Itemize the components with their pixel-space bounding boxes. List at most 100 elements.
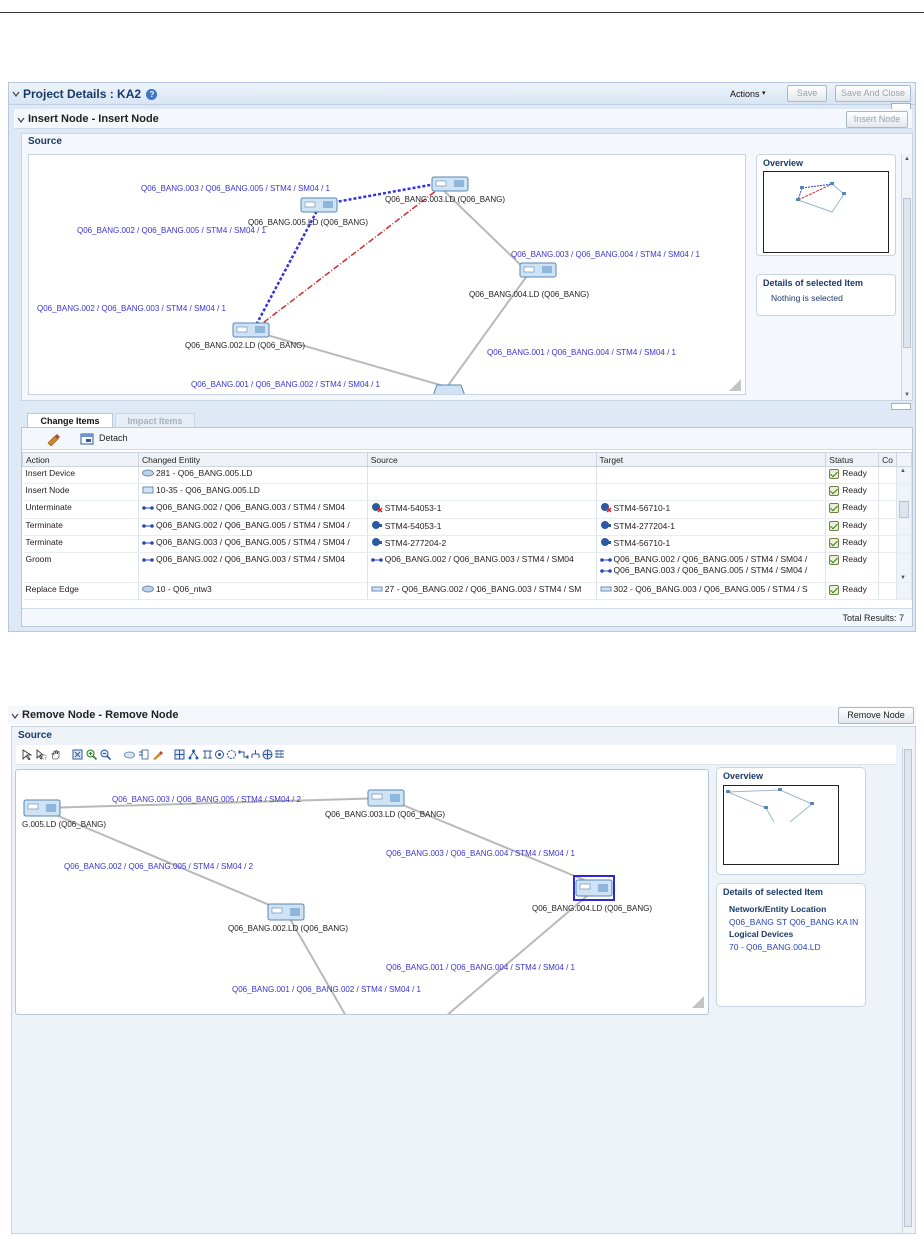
zoom-out-icon[interactable] [100,749,111,760]
layout-radial-icon[interactable] [214,749,225,760]
layout-hierarchy-icon[interactable] [202,749,213,760]
scroll-thumb[interactable] [904,749,912,1227]
source-cell[interactable]: STM4-277204-2 [367,535,597,553]
resize-grip-icon[interactable] [729,379,741,391]
link-label[interactable]: Q06_BANG.001 / Q06_BANG.002 / STM4 / SM0… [191,380,381,389]
multi-select-icon[interactable] [36,749,47,760]
link-label[interactable]: Q06_BANG.002 / Q06_BANG.003 / STM4 / SM0… [37,304,227,313]
column-header[interactable]: Source [366,452,597,467]
layout-grid-icon[interactable] [174,749,185,760]
link-002-003[interactable] [254,186,442,330]
add-cloud-icon[interactable] [124,749,135,760]
save-button[interactable]: Save [787,85,827,102]
help-icon[interactable]: ? [146,89,158,101]
scroll-down-icon[interactable]: ▼ [904,392,910,398]
link-label[interactable]: Q06_BANG.001 / Q06_BANG.004 / STM4 / SM0… [487,348,677,357]
entity-cell[interactable]: Q06_BANG.002 / Q06_BANG.005 / STM4 / SM0… [138,518,368,536]
node-001-partial[interactable] [433,384,465,395]
source-cell[interactable]: Q06_BANG.002 / Q06_BANG.003 / STM4 / SM0… [367,552,597,583]
link-001-002[interactable] [252,330,448,388]
entity-cell[interactable]: Q06_BANG.002 / Q06_BANG.003 / STM4 / SM0… [138,552,368,583]
scroll-up-icon[interactable]: ▲ [904,156,910,162]
column-header[interactable]: Co [878,452,897,467]
vertical-scrollbar[interactable] [902,747,913,1233]
scroll-track[interactable] [896,518,912,536]
node-002[interactable] [267,903,305,921]
link-label[interactable]: Q06_BANG.003 / Q06_BANG.004 / STM4 / SM0… [511,250,701,259]
target-cell[interactable]: 302 - Q06_BANG.003 / Q06_BANG.005 / STM4… [596,582,827,600]
target-cell[interactable]: STM4-56710-1 [596,535,827,553]
tab-change-items[interactable]: Change Items [27,413,113,427]
layout-orthogonal-icon[interactable] [238,749,249,760]
link-label[interactable]: Q06_BANG.003 / Q06_BANG.005 / STM4 / SM0… [141,184,331,193]
collapse-icon[interactable] [12,90,20,98]
table-row[interactable]: Unterminate Q06_BANG.002 / Q06_BANG.003 … [22,500,912,519]
layout-globe-icon[interactable] [262,749,273,760]
column-header[interactable]: Target [595,452,827,467]
link-label[interactable]: Q06_BANG.003 / Q06_BANG.004 / STM4 / SM0… [386,849,576,858]
target-cell[interactable]: STM4-277204-1 [596,518,827,536]
insert-node-button[interactable]: Insert Node [846,111,908,128]
location-value[interactable]: Q06_BANG ST Q06_BANG KA IN [729,917,858,927]
target-cell[interactable]: STM4-56710-1 [596,500,827,519]
scroll-track[interactable] [896,483,912,501]
remove-node-button[interactable]: Remove Node [838,707,914,724]
add-link-icon[interactable] [138,749,149,760]
resize-grip-icon[interactable] [692,996,704,1008]
scroll-down-icon[interactable]: ▼ [896,552,912,583]
vertical-scrollbar[interactable]: ▲ ▼ [901,154,912,400]
topology-graph[interactable]: Q06_BANG.005.LD (Q06_BANG) Q06_BANG.003.… [29,155,746,395]
scroll-track[interactable] [896,582,912,600]
entity-cell[interactable]: 10 - Q06_ntw3 [138,582,368,600]
collapse-icon[interactable] [11,712,19,720]
actions-menu[interactable]: Actions ▾ [730,89,766,99]
node-002[interactable] [232,322,270,338]
column-header[interactable]: Changed Entity [138,452,368,467]
edit-icon[interactable] [46,432,60,447]
entity-cell[interactable]: 10-35 - Q06_BANG.005.LD [138,483,368,501]
layout-tree-down-icon[interactable] [250,749,261,760]
pan-hand-icon[interactable] [50,749,61,760]
node-005[interactable] [300,197,338,213]
table-row[interactable]: Terminate Q06_BANG.003 / Q06_BANG.005 / … [22,535,912,553]
link-label[interactable]: Q06_BANG.001 / Q06_BANG.004 / STM4 / SM0… [386,963,576,972]
scroll-track[interactable] [896,535,912,553]
layout-tree-icon[interactable] [188,749,199,760]
node-005[interactable] [23,799,61,817]
edit-pencil-icon[interactable] [152,749,163,760]
target-cell[interactable]: Q06_BANG.002 / Q06_BANG.005 / STM4 / SM0… [596,552,827,583]
topology-canvas[interactable]: Q06_BANG.005.LD (Q06_BANG) Q06_BANG.003.… [28,154,746,395]
table-row[interactable]: Insert Node 10-35 - Q06_BANG.005.LD Read… [22,483,912,501]
table-row[interactable]: Groom Q06_BANG.002 / Q06_BANG.003 / STM4… [22,552,912,583]
node-003[interactable] [367,789,405,807]
link-label[interactable]: Q06_BANG.002 / Q06_BANG.005 / STM4 / SM0… [77,226,267,235]
link-label[interactable]: Q06_BANG.003 / Q06_BANG.005 / STM4 / SM0… [112,795,302,804]
topology-graph[interactable]: G.005.LD (Q06_BANG) Q06_BANG.003.LD (Q06… [16,770,709,1015]
scroll-thumb[interactable] [903,198,911,348]
table-row[interactable]: Replace Edge 10 - Q06_ntw3 27 - Q06_BANG… [22,582,912,600]
link-label[interactable]: Q06_BANG.002 / Q06_BANG.005 / STM4 / SM0… [64,862,254,871]
logical-devices-value[interactable]: 70 - Q06_BANG.004.LD [729,942,821,952]
scroll-up-icon[interactable]: ▲ [896,466,912,484]
detach-label[interactable]: Detach [99,433,128,443]
scroll-thumb[interactable] [896,500,912,519]
layout-circle-icon[interactable] [226,749,237,760]
overview-thumbnail[interactable] [723,785,839,865]
entity-cell[interactable]: 281 - Q06_BANG.005.LD [138,466,368,484]
collapse-icon[interactable] [17,116,25,124]
node-004-selected[interactable] [573,875,615,901]
node-003[interactable] [431,176,469,192]
entity-cell[interactable]: Q06_BANG.003 / Q06_BANG.005 / STM4 / SM0… [138,535,368,553]
table-row[interactable]: Insert Device 281 - Q06_BANG.005.LD Read… [22,466,912,484]
layout-table-icon[interactable] [274,749,285,760]
node-004[interactable] [519,262,557,278]
save-and-close-button[interactable]: Save And Close [835,85,911,102]
table-row[interactable]: Terminate Q06_BANG.002 / Q06_BANG.005 / … [22,518,912,536]
column-header[interactable]: Status [825,452,880,467]
tab-impact-items[interactable]: Impact Items [115,413,195,427]
column-header[interactable]: Action [22,452,139,467]
source-cell[interactable]: STM4-54053-1 [367,500,597,519]
fit-to-view-icon[interactable] [72,749,83,760]
entity-cell[interactable]: Q06_BANG.002 / Q06_BANG.003 / STM4 / SM0… [138,500,368,519]
source-cell[interactable]: STM4-54053-1 [367,518,597,536]
